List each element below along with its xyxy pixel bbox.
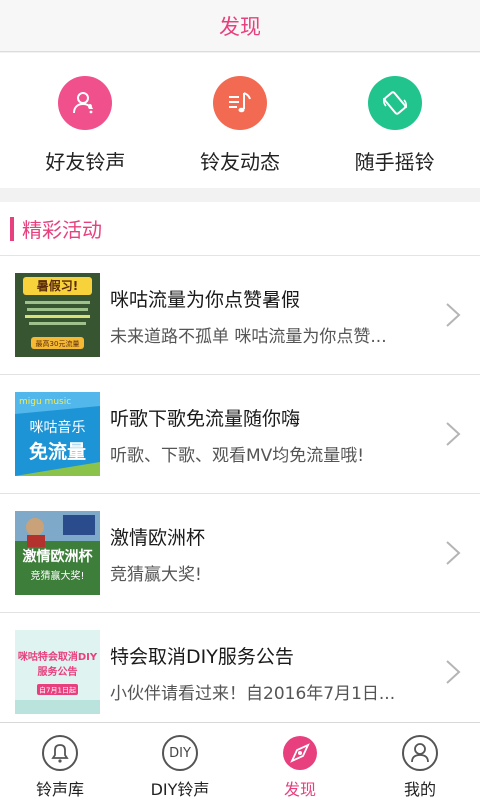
discover-page: 发现 好友铃声 铃友动态 随手摇铃 精彩活动 暑假习! 最高30元流量 咪咕流量… — [0, 0, 480, 800]
section-header: 精彩活动 — [0, 202, 480, 256]
quick-action-label: 好友铃声 — [45, 150, 126, 174]
header-bar: 发现 — [0, 0, 480, 52]
activity-subtitle: 竞猜赢大奖! — [110, 565, 202, 585]
chevron-right-icon — [446, 541, 461, 565]
activity-thumbnail: migu music 咪咕音乐 免流量 — [15, 392, 100, 476]
tab-discover[interactable]: 发现 — [240, 723, 360, 800]
friend-bell-icon — [58, 76, 113, 130]
svg-text:自7月1日起: 自7月1日起 — [39, 686, 76, 695]
activity-subtitle: 小伙伴请看过来！自2016年7月1日... — [110, 684, 396, 704]
profile-icon — [400, 734, 440, 772]
tab-ringtone-library[interactable]: 铃声库 — [0, 723, 120, 800]
chevron-right-icon — [446, 303, 461, 327]
activity-subtitle: 未来道路不孤单 咪咕流量为你点赞... — [110, 327, 387, 347]
activity-title: 听歌下歌免流量随你嗨 — [110, 408, 301, 430]
section-title: 精彩活动 — [22, 218, 102, 242]
chevron-right-icon — [446, 660, 461, 684]
activity-item-summer[interactable]: 暑假习! 最高30元流量 咪咕流量为你点赞暑假 未来道路不孤单 咪咕流量为你点赞… — [0, 256, 480, 375]
activity-thumbnail: 咪咕特会取消DIY 服务公告 自7月1日起 — [15, 630, 100, 714]
activity-title: 咪咕流量为你点赞暑假 — [110, 289, 301, 311]
tab-profile[interactable]: 我的 — [360, 723, 480, 800]
quick-action-label: 随手摇铃 — [354, 150, 435, 174]
svg-text:免流量: 免流量 — [29, 440, 86, 463]
svg-text:服务公告: 服务公告 — [38, 665, 78, 678]
tab-label: 我的 — [403, 780, 436, 799]
svg-text:竞猜赢大奖!: 竞猜赢大奖! — [30, 569, 84, 582]
svg-text:咪咕音乐: 咪咕音乐 — [30, 419, 86, 436]
quick-actions: 好友铃声 铃友动态 随手摇铃 — [0, 53, 480, 188]
quick-action-label: 铃友动态 — [199, 150, 280, 174]
svg-text:migu music: migu music — [19, 397, 71, 407]
activity-item-euro-cup[interactable]: 激情欧洲杯 竞猜赢大奖! 激情欧洲杯 竞猜赢大奖! — [0, 494, 480, 613]
discover-icon — [280, 734, 320, 772]
activity-item-free-data[interactable]: migu music 咪咕音乐 免流量 听歌下歌免流量随你嗨 听歌、下歌、观看M… — [0, 375, 480, 494]
activity-thumbnail: 暑假习! 最高30元流量 — [15, 273, 100, 357]
section-accent-bar — [10, 216, 14, 241]
activity-subtitle: 听歌、下歌、观看MV均免流量哦! — [110, 446, 365, 466]
shake-ring-button[interactable]: 随手摇铃 — [325, 53, 465, 188]
diy-icon: DIY — [160, 734, 200, 772]
shake-phone-icon — [367, 76, 422, 130]
svg-text:咪咕特会取消DIY: 咪咕特会取消DIY — [18, 650, 98, 663]
svg-text:暑假习!: 暑假习! — [37, 278, 78, 293]
tab-label: 铃声库 — [35, 780, 84, 799]
tab-label: DIY铃声 — [150, 780, 210, 799]
friend-ringtone-button[interactable]: 好友铃声 — [15, 53, 155, 188]
bell-icon — [40, 734, 80, 772]
tab-label: 发现 — [283, 780, 316, 799]
activity-title: 激情欧洲杯 — [110, 527, 206, 549]
friend-feed-button[interactable]: 铃友动态 — [170, 53, 310, 188]
activity-title: 特会取消DIY服务公告 — [110, 646, 294, 668]
svg-text:激情欧洲杯: 激情欧洲杯 — [23, 548, 94, 565]
tab-diy-ringtone[interactable]: DIY DIY铃声 — [120, 723, 240, 800]
page-title: 发现 — [219, 14, 261, 39]
bottom-tab-bar: 铃声库 DIY DIY铃声 发现 我的 — [0, 722, 480, 800]
activity-item-diy-notice[interactable]: 咪咕特会取消DIY 服务公告 自7月1日起 特会取消DIY服务公告 小伙伴请看过… — [0, 613, 480, 722]
chevron-right-icon — [446, 422, 461, 446]
music-list-icon — [212, 76, 267, 130]
svg-text:最高30元流量: 最高30元流量 — [36, 339, 80, 348]
activity-thumbnail: 激情欧洲杯 竞猜赢大奖! — [15, 511, 100, 595]
activity-list: 暑假习! 最高30元流量 咪咕流量为你点赞暑假 未来道路不孤单 咪咕流量为你点赞… — [0, 256, 480, 722]
